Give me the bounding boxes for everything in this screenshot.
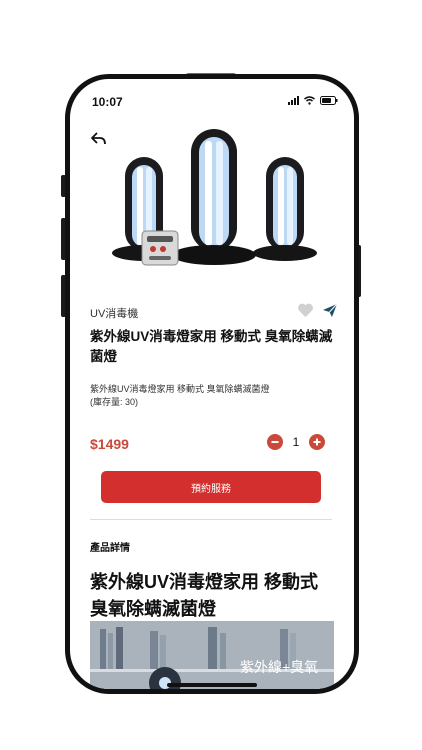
decrease-button[interactable] bbox=[267, 434, 283, 450]
wifi-icon bbox=[304, 96, 315, 105]
increase-button[interactable] bbox=[309, 434, 325, 450]
home-indicator bbox=[167, 683, 257, 687]
detail-image: 紫外線+臭氧 bbox=[90, 621, 334, 689]
product-description: 紫外線UV消毒燈家用 移動式 臭氧除螨滅菌燈 bbox=[90, 384, 270, 394]
divider bbox=[90, 519, 332, 520]
plus-icon bbox=[313, 438, 321, 446]
product-title: 紫外線UV消毒燈家用 移動式 臭氧除螨滅菌燈 bbox=[90, 329, 333, 364]
product-price: $1499 bbox=[90, 436, 129, 452]
share-icon[interactable] bbox=[322, 303, 338, 318]
product-description-block: 紫外線UV消毒燈家用 移動式 臭氧除螨滅菌燈 (庫存量: 30) bbox=[90, 383, 340, 409]
detail-image-caption: 紫外線+臭氧 bbox=[240, 659, 319, 675]
signal-icon bbox=[288, 96, 299, 105]
status-time: 10:07 bbox=[92, 95, 123, 109]
phone-screen: 10:07 UV消毒機 紫外線UV消毒燈家用 移動式 臭氧除螨滅菌燈 紫外線UV… bbox=[65, 74, 359, 694]
battery-icon bbox=[320, 96, 338, 105]
section-heading: 產品詳情 bbox=[90, 543, 130, 554]
book-service-button[interactable]: 預約服務 bbox=[101, 471, 321, 503]
stock-count: (庫存量: 30) bbox=[90, 397, 139, 407]
heart-icon[interactable] bbox=[297, 302, 314, 318]
quantity-value: 1 bbox=[292, 435, 300, 449]
quantity-stepper: 1 bbox=[267, 434, 325, 450]
product-image bbox=[112, 129, 317, 266]
bookshelf-photo bbox=[90, 621, 334, 689]
product-category: UV消毒機 bbox=[90, 308, 139, 320]
status-icons bbox=[288, 96, 338, 105]
minus-icon bbox=[271, 441, 279, 443]
detail-title: 紫外線UV消毒燈家用 移動式 臭氧除螨滅菌燈 bbox=[90, 572, 319, 619]
